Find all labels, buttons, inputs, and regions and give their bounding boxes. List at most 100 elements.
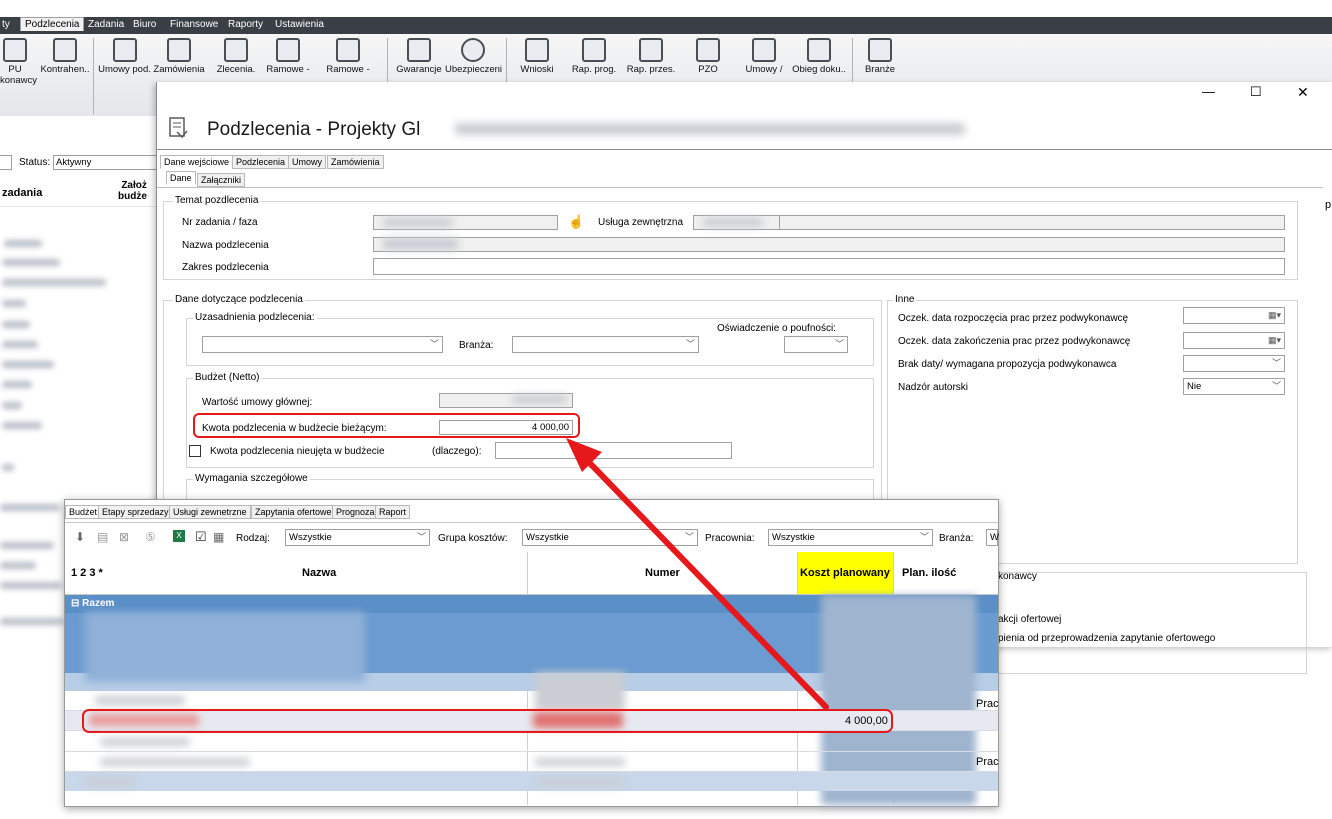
maximize-button[interactable]: ☐ xyxy=(1250,84,1262,100)
column-header-numer[interactable]: Numer xyxy=(645,567,680,579)
branza-filter-dropdown[interactable]: W xyxy=(986,529,999,546)
column-header-koszt-planowany[interactable]: Koszt planowany xyxy=(800,567,890,579)
export-icon[interactable]: ⬇ xyxy=(75,530,85,544)
ribbon-pzo-button[interactable]: PZO xyxy=(690,38,726,75)
pracownia-dropdown[interactable]: Wszystkie ﹀ xyxy=(768,529,933,546)
tab-budzet[interactable]: Budżet xyxy=(65,505,102,519)
tab-zamowienia[interactable]: Zamówienia xyxy=(327,155,384,169)
redacted-value xyxy=(512,395,567,404)
list-item[interactable] xyxy=(0,562,36,569)
tab-dane-wejsciowe[interactable]: Dane wejściowe xyxy=(160,155,234,169)
wartosc-umowy-label: Wartość umowy głównej: xyxy=(202,397,313,408)
currency-icon[interactable]: ⑤ xyxy=(145,530,156,544)
uzasadnienia-dropdown[interactable]: ﹀ xyxy=(202,336,443,353)
table-row[interactable] xyxy=(65,772,998,791)
list-item[interactable] xyxy=(2,321,30,328)
ribbon-kontrahenci-button[interactable]: Kontrahen.. xyxy=(40,38,90,75)
list-item[interactable] xyxy=(0,504,60,511)
grupa-kosztow-dropdown[interactable]: Wszystkie ﹀ xyxy=(522,529,698,546)
data-rozpoczecia-picker[interactable]: ▦▾ xyxy=(1183,307,1285,324)
ribbon-rap-prog-button[interactable]: Rap. prog. xyxy=(570,38,618,75)
hand-pointer-icon[interactable]: ☝ xyxy=(568,214,584,230)
ribbon-obieg-button[interactable]: Obieg doku.. xyxy=(792,38,846,75)
nadzor-autorski-label: Nadzór autorski xyxy=(898,382,969,393)
table-row[interactable] xyxy=(65,732,998,752)
tab-podzlecenia[interactable]: Podzlecenia xyxy=(232,155,290,169)
list-item[interactable] xyxy=(2,464,14,471)
list-item[interactable] xyxy=(0,618,64,625)
dlaczego-field[interactable] xyxy=(495,442,732,459)
menu-item-zadania[interactable]: Zadania xyxy=(88,19,124,30)
close-button[interactable]: ✕ xyxy=(1297,84,1309,101)
excel-icon[interactable]: X xyxy=(173,530,185,542)
nr-zadania-label: Nr zadania / faza xyxy=(182,217,258,228)
tab-prognoza[interactable]: Prognoza xyxy=(332,505,379,519)
title-divider xyxy=(157,149,1332,150)
list-item[interactable] xyxy=(0,582,62,589)
tab-zapytania-ofertowe[interactable]: Zapytania ofertowe xyxy=(251,505,336,519)
chevron-down-icon: ﹀ xyxy=(416,532,426,542)
minimize-button[interactable]: — xyxy=(1202,84,1215,99)
subtab-zalaczniki[interactable]: Załączniki xyxy=(197,173,246,187)
list-item[interactable] xyxy=(2,300,26,307)
nieujeta-checkbox[interactable] xyxy=(189,445,201,457)
branza-dropdown[interactable]: ﹀ xyxy=(512,336,699,353)
list-item[interactable] xyxy=(2,402,22,409)
filter-input[interactable] xyxy=(0,155,12,170)
list-item[interactable] xyxy=(2,341,38,348)
checkbox-icon[interactable]: ☑ xyxy=(195,529,207,545)
ribbon-ramowe-1-button[interactable]: Ramowe - xyxy=(263,38,313,75)
ribbon-rap-przes-button[interactable]: Rap. przes. xyxy=(625,38,677,75)
nadzor-autorski-dropdown[interactable]: Nie ﹀ xyxy=(1183,378,1285,395)
copy-icon[interactable]: ▤ xyxy=(97,530,108,544)
data-rozpoczecia-label: Oczek. data rozpoczęcia prac przez podwy… xyxy=(898,313,1129,324)
ribbon-pu-button[interactable]: PU konawcy xyxy=(0,38,37,86)
ribbon-zamowienia-button[interactable]: Zamówienia xyxy=(153,38,205,75)
rodzaj-label: Rodzaj: xyxy=(236,533,270,544)
ribbon-ubezpieczenia-button[interactable]: Ubezpieczeni xyxy=(445,38,502,75)
table-row[interactable] xyxy=(65,691,998,711)
menu-item-podzlecenia[interactable]: Podzlecenia xyxy=(20,17,85,31)
rodzaj-dropdown[interactable]: Wszystkie ﹀ xyxy=(285,529,430,546)
ribbon-zlecenia-button[interactable]: Zlecenia. xyxy=(212,38,260,75)
tab-raport[interactable]: Raport xyxy=(375,505,411,519)
subtab-dane[interactable]: Dane xyxy=(166,171,196,185)
list-item[interactable] xyxy=(2,279,106,286)
ribbon-umowy-pod-button[interactable]: Umowy pod. xyxy=(97,38,152,75)
ribbon-ramowe-2-button[interactable]: Ramowe - xyxy=(323,38,373,75)
branza-filter-label: Branża: xyxy=(939,533,974,544)
list-item[interactable] xyxy=(4,240,42,247)
menu-item-finansowe[interactable]: Finansowe xyxy=(170,19,218,30)
usluga-opis-field[interactable] xyxy=(779,215,1285,230)
list-item[interactable] xyxy=(0,542,54,549)
status-field[interactable]: Aktywny xyxy=(53,155,159,170)
oswiadczenie-dropdown[interactable]: ﹀ xyxy=(784,336,848,353)
zakres-podzlecenia-field[interactable] xyxy=(373,258,1285,275)
column-header-plan-ilosc[interactable]: Plan. ilość xyxy=(902,567,956,579)
column-header-nazwa[interactable]: Nazwa xyxy=(302,567,336,579)
ribbon-umowy-button[interactable]: Umowy / xyxy=(742,38,786,75)
column-header-levels[interactable]: 1 2 3 * xyxy=(71,567,103,579)
data-zakonczenia-picker[interactable]: ▦▾ xyxy=(1183,332,1285,349)
menu-item-ty[interactable]: ty xyxy=(2,19,10,30)
menu-item-raporty[interactable]: Raporty xyxy=(228,19,263,30)
list-item[interactable] xyxy=(2,381,32,388)
list-item[interactable] xyxy=(2,259,60,266)
inne-group-label: Inne xyxy=(893,294,917,305)
tab-umowy[interactable]: Umowy xyxy=(288,155,327,169)
nazwa-podzlecenia-field[interactable] xyxy=(373,237,1285,252)
menu-item-ustawienia[interactable]: Ustawienia xyxy=(275,19,324,30)
brak-daty-dropdown[interactable]: ﹀ xyxy=(1183,355,1285,372)
menu-item-biuro[interactable]: Biuro xyxy=(133,19,156,30)
ribbon-wnioski-button[interactable]: Wnioski xyxy=(515,38,559,75)
ribbon-gwarancje-button[interactable]: Gwarancje xyxy=(393,38,445,75)
ribbon-branze-button[interactable]: Branże xyxy=(860,38,900,75)
tab-uslugi-zewnetrzne[interactable]: Usługi zewnetrzne xyxy=(169,505,251,519)
ribbon-separator xyxy=(93,38,94,114)
grupa-kosztow-label: Grupa kosztów: xyxy=(438,533,508,544)
delete-icon[interactable]: ⊠ xyxy=(119,530,129,544)
list-item[interactable] xyxy=(2,422,42,429)
calculator-icon[interactable]: ▦ xyxy=(213,530,224,544)
list-item[interactable] xyxy=(2,361,54,368)
tab-etapy-sprzedazy[interactable]: Etapy sprzedazy xyxy=(98,505,173,519)
